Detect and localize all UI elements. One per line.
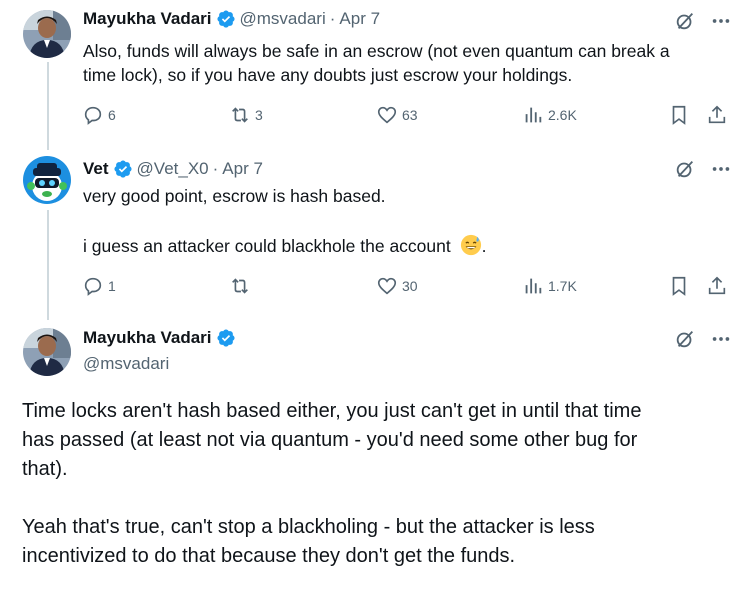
tweet-text: Time locks aren't hash based either, you… [22, 397, 737, 571]
author-name[interactable]: Mayukha Vadari [83, 9, 212, 29]
views-icon [525, 107, 542, 123]
share-icon [708, 276, 726, 295]
like-button[interactable]: 30 [376, 274, 418, 298]
tweet-text: Also, funds will always be safe in an es… [83, 39, 733, 87]
reply-button[interactable]: 6 [82, 103, 116, 127]
reply-count: 1 [108, 278, 116, 294]
views-count: 2.6K [548, 107, 577, 123]
more-icon[interactable] [710, 158, 732, 180]
tweet-text-line: i guess an attacker could blackhole the … [83, 234, 733, 258]
views-button[interactable]: 1.7K [522, 274, 577, 298]
avatar[interactable] [23, 156, 71, 204]
like-button[interactable]: 63 [376, 103, 418, 127]
tweet-corner-actions [674, 328, 732, 350]
tweet-text-line: Time locks aren't hash based either, you… [22, 400, 642, 422]
grok-icon[interactable] [674, 10, 696, 32]
like-count: 63 [402, 107, 418, 123]
bookmark-button[interactable] [668, 103, 690, 127]
repost-count: 3 [255, 107, 263, 123]
tweet-date[interactable]: Apr 7 [222, 159, 263, 179]
tweet-actions: 1 30 1.7K [82, 274, 732, 298]
tweet-text-line: has passed (at least not via quantum - y… [22, 429, 638, 451]
author-handle[interactable]: @msvadari [83, 354, 169, 374]
bookmark-icon [672, 276, 686, 296]
tweet-3-focused[interactable]: Mayukha Vadari @msvadari Time locks aren… [0, 320, 748, 590]
separator-dot: · [329, 9, 336, 28]
views-count: 1.7K [548, 278, 577, 294]
grok-icon[interactable] [674, 158, 696, 180]
tweet-header: Mayukha Vadari [83, 328, 240, 348]
author-handle[interactable]: @Vet_X0 [137, 159, 209, 179]
share-button[interactable] [706, 103, 728, 127]
reply-icon [84, 106, 102, 125]
repost-icon [232, 107, 248, 123]
tweet-text-line: that). [22, 458, 68, 480]
tweet-date[interactable]: Apr 7 [339, 9, 380, 29]
author-name[interactable]: Vet [83, 159, 109, 179]
verified-badge-icon [113, 160, 132, 178]
like-icon [377, 277, 397, 295]
repost-button[interactable] [229, 274, 255, 298]
tweet-text-line: time lock), so if you have any doubts ju… [83, 65, 573, 85]
author-name[interactable]: Mayukha Vadari [83, 328, 212, 348]
reply-button[interactable]: 1 [82, 274, 116, 298]
tweet-text-line: Yeah that's true, can't stop a blackholi… [22, 516, 595, 538]
reply-count: 6 [108, 107, 116, 123]
tweet-2[interactable]: Vet @Vet_X0 · Apr 7 very good point, esc… [0, 150, 748, 320]
separator-dot: · [212, 159, 219, 178]
views-icon [525, 278, 542, 294]
author-handle[interactable]: @msvadari [240, 9, 326, 29]
avatar[interactable] [23, 10, 71, 58]
repost-icon [232, 278, 248, 294]
verified-badge-icon [216, 10, 235, 28]
like-icon [377, 106, 397, 124]
verified-badge-icon [216, 329, 235, 347]
sweat-smile-emoji [460, 234, 481, 256]
more-icon[interactable] [710, 328, 732, 350]
tweet-header: Mayukha Vadari @msvadari · Apr 7 [83, 9, 380, 29]
share-icon [708, 105, 726, 124]
tweet-header: Vet @Vet_X0 · Apr 7 [83, 159, 263, 179]
avatar[interactable] [23, 328, 71, 376]
tweet-text-span: i guess an attacker could blackhole the … [83, 236, 451, 256]
tweet-text-line: very good point, escrow is hash based. [83, 186, 386, 206]
reply-icon [84, 277, 102, 296]
tweet-actions: 6 3 63 2.6K [82, 103, 732, 127]
like-count: 30 [402, 278, 418, 294]
tweet-text-line: Also, funds will always be safe in an es… [83, 41, 670, 61]
tweet-text-span: . [481, 236, 487, 256]
tweet-corner-actions [674, 10, 732, 32]
handle-row: @msvadari [83, 354, 169, 374]
bookmark-icon [672, 105, 686, 125]
tweet-text: very good point, escrow is hash based. i… [83, 184, 733, 258]
repost-button[interactable]: 3 [229, 103, 263, 127]
share-button[interactable] [706, 274, 728, 298]
grok-icon[interactable] [674, 328, 696, 350]
tweet-1[interactable]: Mayukha Vadari @msvadari · Apr 7 Also, f… [0, 0, 748, 150]
tweet-corner-actions [674, 158, 732, 180]
tweet-text-line: incentivized to do that because they don… [22, 545, 516, 567]
bookmark-button[interactable] [668, 274, 690, 298]
views-button[interactable]: 2.6K [522, 103, 577, 127]
more-icon[interactable] [710, 10, 732, 32]
